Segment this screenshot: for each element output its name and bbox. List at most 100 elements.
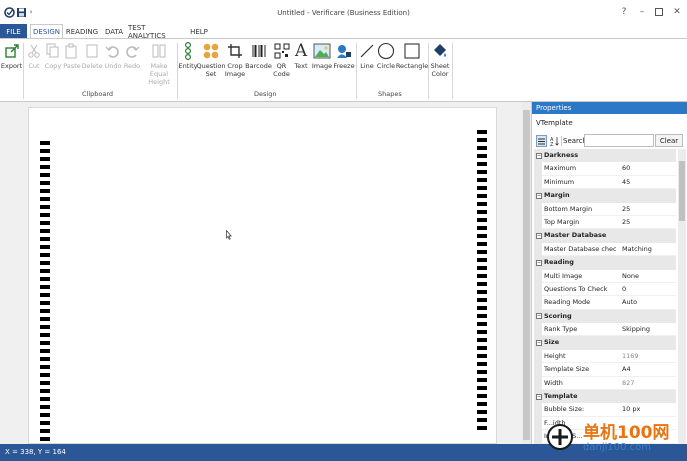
cut-icon [25,42,43,60]
tab-test-analytics[interactable]: TEST ANALYTICS [128,24,184,40]
cut-button[interactable]: Cut [26,42,42,88]
tab-file[interactable]: FILE [0,24,27,39]
property-value[interactable]: Auto [622,296,637,309]
close-icon[interactable]: ✕ [670,5,684,19]
property-row[interactable]: Width 827 [534,376,676,391]
barcode-button[interactable]: Barcode [245,42,272,88]
timing-mark [477,426,487,430]
entity-button[interactable]: Entity [179,42,198,88]
timing-mark [477,306,487,310]
export-button[interactable]: Export [1,42,22,88]
collapse-icon[interactable]: − [536,232,542,239]
property-row[interactable]: Master Database check Matching [534,242,676,257]
property-category[interactable]: − Reading [534,256,676,270]
question-set-icon [202,42,220,60]
text-button[interactable]: A Text [292,42,310,88]
property-grid-scrollbar[interactable] [678,149,686,444]
tab-data[interactable]: DATA [102,24,126,39]
timing-mark [477,362,487,366]
image-button[interactable]: Image [311,42,333,88]
property-value[interactable]: A4 [622,363,631,376]
undo-button[interactable]: Undo [104,42,122,88]
paste-button[interactable]: Paste [63,42,81,88]
tab-help[interactable]: HELP [187,24,211,39]
freeze-button[interactable]: Freeze [333,42,355,88]
rectangle-button[interactable]: Rectangle [396,42,428,88]
property-row[interactable]: Bottom Margin 25 [534,202,676,216]
categorized-view-icon[interactable] [536,135,547,147]
timing-mark [477,346,487,350]
property-row[interactable]: Bubble Size: 10 px [534,403,676,417]
property-category[interactable]: − Darkness [534,149,676,163]
timing-mark [477,290,487,294]
property-row[interactable]: Rank Type Skipping [534,323,676,337]
paste-label: Paste [63,62,81,70]
collapse-icon[interactable]: − [536,259,542,266]
property-value[interactable]: 25 [622,216,630,229]
row-gutter [534,202,542,216]
property-value[interactable]: None [622,270,639,283]
timing-mark [477,394,487,398]
timing-mark [477,402,487,406]
property-name: Questions To Check [544,284,608,293]
timing-mark [477,194,487,198]
timing-mark [477,202,487,206]
alphabetical-view-icon[interactable]: AZ [549,135,560,147]
timing-mark [40,341,50,345]
tab-reading[interactable]: READING [64,24,100,39]
make-equal-height-button[interactable]: Make Equal Height [142,42,176,88]
property-value[interactable]: 0 [622,283,626,296]
timing-mark [40,365,50,369]
property-row[interactable]: Top Margin 25 [534,215,676,230]
collapse-icon[interactable]: − [536,393,542,400]
help-icon[interactable]: ? [617,5,631,19]
copy-button[interactable]: Copy [44,42,62,88]
property-scroll-thumb[interactable] [679,161,685,221]
property-search-input[interactable] [584,134,654,147]
circle-button[interactable]: Circle [376,42,396,88]
property-value[interactable]: 60 [622,162,630,175]
canvas-scrollbar[interactable] [522,102,531,444]
template-page[interactable] [28,107,497,444]
minimize-icon[interactable]: – [635,5,649,19]
clear-button[interactable]: Clear [655,134,683,147]
property-value[interactable]: Matching [622,243,652,256]
crop-image-button[interactable]: Crop Image [225,42,245,88]
property-value[interactable]: Skipping [622,323,650,336]
collapse-icon[interactable]: − [536,152,542,159]
property-value[interactable]: 10 px [622,403,640,416]
property-row[interactable]: Maximum 60 [534,162,676,176]
property-row[interactable]: Minimum 45 [534,175,676,190]
property-category[interactable]: − Scoring [534,309,676,324]
property-row[interactable]: Reading Mode Auto [534,296,676,310]
property-value[interactable]: 1169 [622,350,639,363]
collapse-icon[interactable]: − [536,313,542,320]
tab-design[interactable]: DESIGN [30,24,63,39]
line-button[interactable]: Line [359,42,375,88]
property-value[interactable]: 45 [622,176,630,189]
qr-code-button[interactable]: QR Code [272,42,291,88]
property-category[interactable]: − Size [534,336,676,350]
question-set-button[interactable]: Question Set [196,42,226,88]
property-value[interactable]: 827 [622,377,634,390]
qr-label-1: QR [276,62,287,70]
sheet-color-button[interactable]: Sheet Color [430,42,450,88]
property-row[interactable]: Height 1169 [534,349,676,364]
collapse-icon[interactable]: − [536,192,542,199]
property-row[interactable]: Multi Image None [534,269,676,283]
collapse-icon[interactable]: − [536,339,542,346]
property-row[interactable]: Template Size A4 [534,363,676,377]
canvas-scroll-thumb[interactable] [523,110,530,440]
text-label: Text [294,62,308,70]
property-category[interactable]: − Margin [534,189,676,203]
property-category[interactable]: − Master Database [534,229,676,243]
property-category[interactable]: − Template [534,390,676,404]
redo-button[interactable]: Redo [123,42,141,88]
property-row[interactable]: Questions To Check 0 [534,282,676,297]
maximize-icon[interactable] [652,5,666,19]
qr-label-2: Code [273,70,290,78]
delete-button[interactable]: Delete [81,42,103,88]
freeze-icon [335,42,353,60]
property-value[interactable]: 25 [622,203,630,216]
timing-mark [40,277,50,281]
